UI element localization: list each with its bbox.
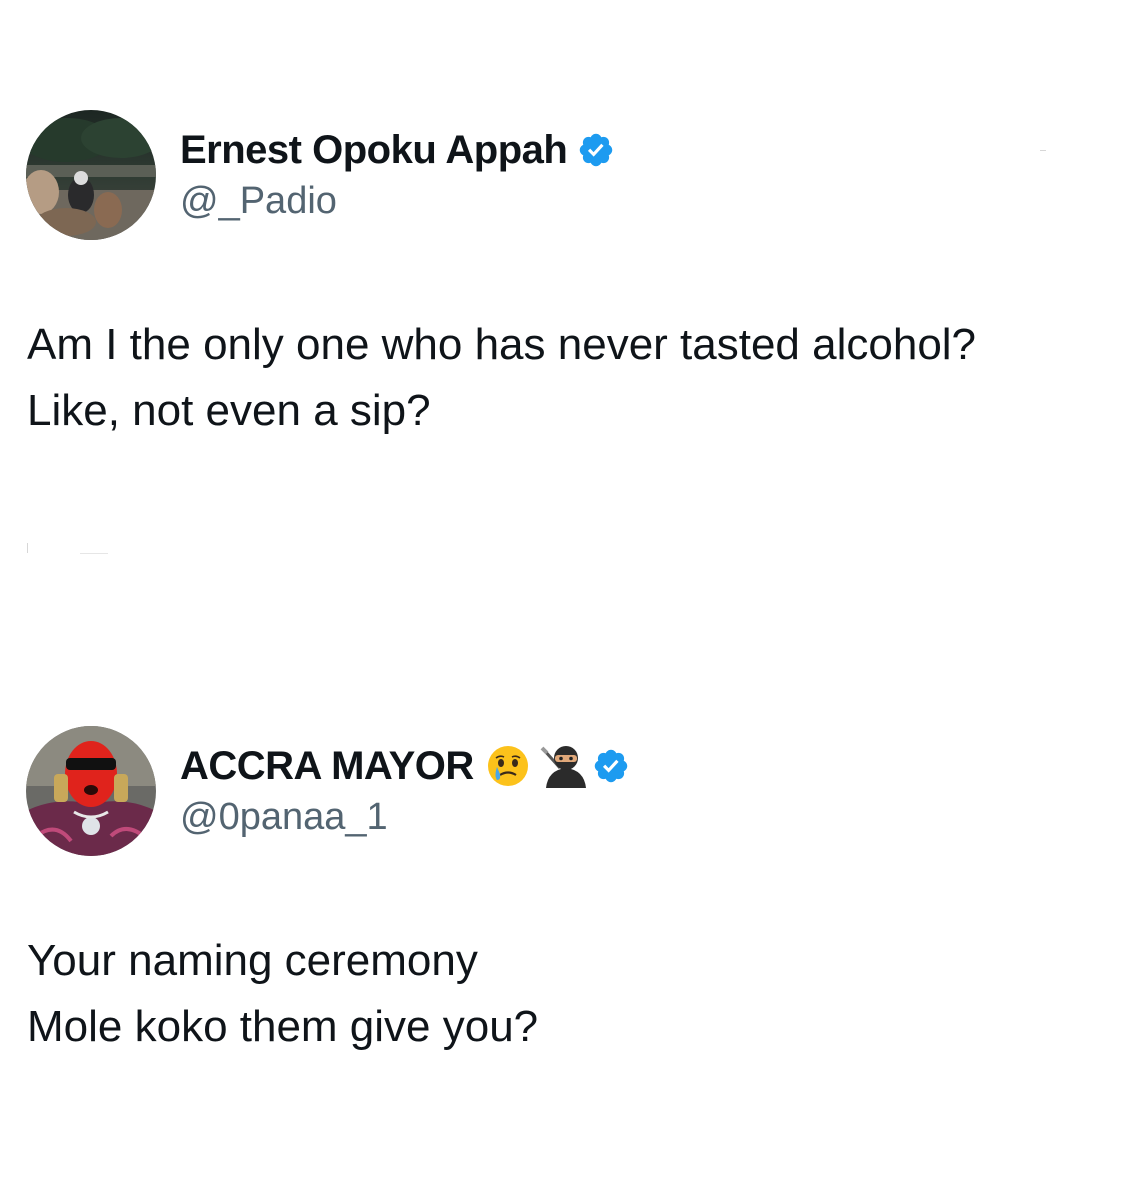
tweet-card: Ernest Opoku Appah @_Padio Am I the only… [0, 108, 1141, 435]
user-names: Ernest Opoku Appah @_Padio [180, 126, 615, 223]
divider-speck [27, 543, 28, 553]
divider-speck [1040, 150, 1046, 151]
avatar-red-mask-photo [26, 726, 156, 856]
tweet-text-line: Like, not even a sip? [27, 386, 431, 435]
display-name[interactable]: ACCRA MAYOR [180, 744, 474, 789]
verified-badge-icon [592, 747, 630, 785]
tweet-header: ACCRA MAYOR @0panaa_1 [0, 724, 1141, 858]
tweet-text-line: Mole koko them give you? [27, 1002, 539, 1051]
tweet-card: ACCRA MAYOR @0panaa_1 Your naming ceremo… [0, 724, 1141, 1051]
user-handle[interactable]: @_Padio [180, 180, 615, 223]
display-name-row: ACCRA MAYOR [180, 742, 630, 790]
tweet-text-line: Am I the only one who has never tasted a… [27, 320, 977, 369]
display-name-row: Ernest Opoku Appah [180, 126, 615, 174]
face-holding-back-tears-emoji-icon [486, 744, 530, 788]
avatar-night-park-photo [26, 110, 156, 240]
tweet-text: Am I the only one who has never tasted a… [27, 312, 1117, 444]
avatar[interactable] [26, 726, 156, 856]
user-names: ACCRA MAYOR @0panaa_1 [180, 742, 630, 839]
tweet-header: Ernest Opoku Appah @_Padio [0, 108, 1141, 242]
ninja-emoji-icon [538, 744, 586, 788]
avatar[interactable] [26, 110, 156, 240]
tweet-text-line: Your naming ceremony [27, 936, 478, 985]
divider-speck [80, 553, 108, 554]
tweet-text: Your naming ceremony Mole koko them give… [27, 928, 1117, 1060]
display-name[interactable]: Ernest Opoku Appah [180, 128, 568, 173]
verified-badge-icon [577, 131, 615, 169]
user-handle[interactable]: @0panaa_1 [180, 796, 630, 839]
